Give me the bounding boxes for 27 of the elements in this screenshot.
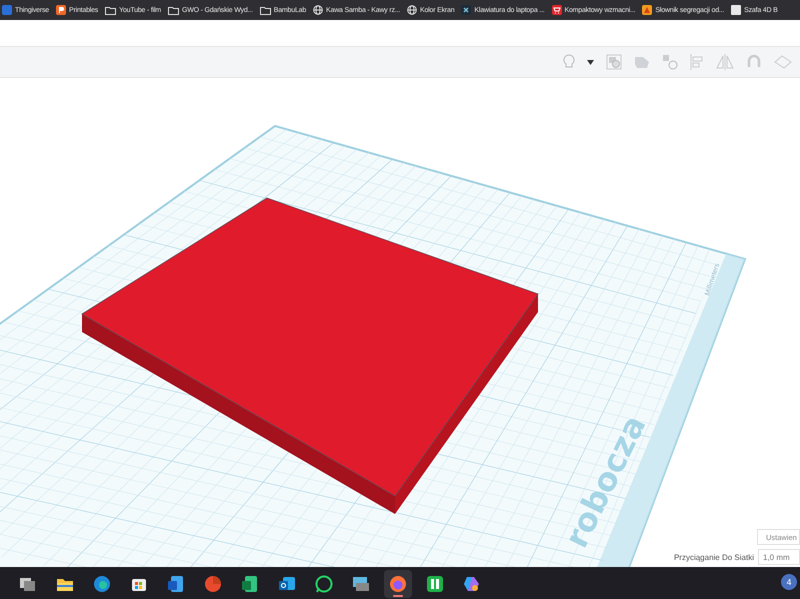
spreadsheet-icon (241, 574, 259, 592)
mail-icon (278, 574, 296, 592)
globe-icon (407, 5, 418, 15)
active-indicator (393, 594, 403, 596)
bookmark-favicon-icon (642, 5, 652, 15)
browser-icon (93, 574, 111, 592)
bookmark-favicon-icon (56, 5, 66, 15)
cart-icon (552, 5, 562, 15)
folder-icon (105, 6, 116, 14)
taskbar-app-button[interactable] (384, 570, 412, 598)
folder-icon (260, 6, 271, 14)
chat-bubble-icon (315, 574, 333, 592)
folder-icon (168, 6, 179, 14)
browser-icon (389, 574, 407, 592)
dropdown-caret-icon[interactable] (587, 60, 594, 64)
pie-icon (204, 574, 222, 592)
bookmark-favicon-icon (461, 5, 472, 15)
globe-icon (313, 5, 324, 15)
notification-badge: 4 (781, 574, 797, 590)
assistant-icon (463, 574, 481, 592)
page-icon (731, 5, 742, 15)
grid-app-icon (426, 574, 444, 592)
snap-grid-label: Przyciąganie Do Siatki (674, 552, 754, 562)
snap-grid-field[interactable]: 1,0 mm (758, 549, 800, 565)
document-icon (167, 574, 185, 592)
bookmark-favicon-icon (2, 5, 12, 15)
monitor-icon (352, 574, 370, 592)
